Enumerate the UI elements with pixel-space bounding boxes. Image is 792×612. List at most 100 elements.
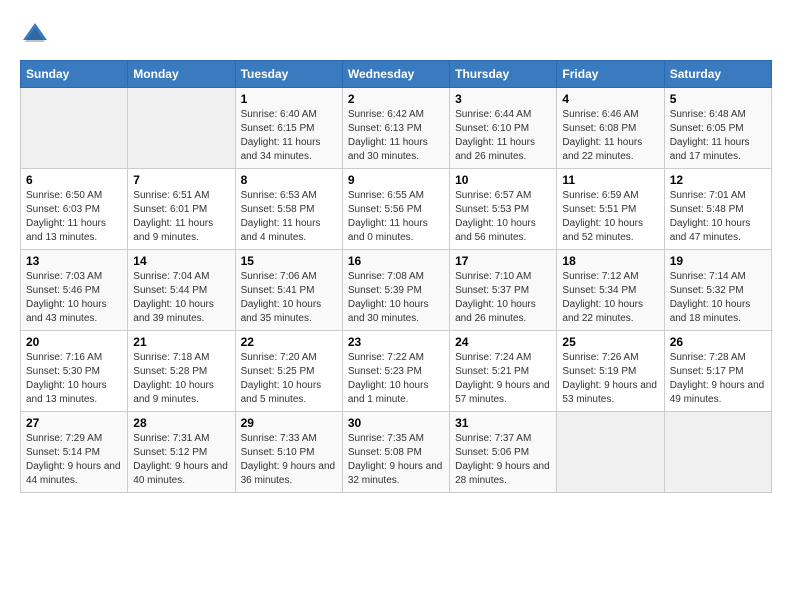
calendar-week-row: 20Sunrise: 7:16 AMSunset: 5:30 PMDayligh…	[21, 331, 772, 412]
day-number: 1	[241, 92, 337, 106]
weekday-header-row: SundayMondayTuesdayWednesdayThursdayFrid…	[21, 61, 772, 88]
day-number: 27	[26, 416, 122, 430]
calendar-cell	[557, 412, 664, 493]
day-number: 8	[241, 173, 337, 187]
day-number: 3	[455, 92, 551, 106]
day-info: Sunrise: 7:29 AMSunset: 5:14 PMDaylight:…	[26, 432, 122, 488]
day-info: Sunrise: 7:03 AMSunset: 5:46 PMDaylight:…	[26, 270, 122, 326]
day-number: 12	[670, 173, 766, 187]
day-info: Sunrise: 7:06 AMSunset: 5:41 PMDaylight:…	[241, 270, 337, 326]
calendar-cell: 14 Sunrise: 7:04 AMSunset: 5:44 PMDayligh…	[128, 250, 235, 331]
day-info: Sunrise: 6:59 AMSunset: 5:51 PMDaylight:…	[562, 189, 658, 245]
calendar-cell: 20Sunrise: 7:16 AMSunset: 5:30 PMDayligh…	[21, 331, 128, 412]
day-number: 30	[348, 416, 444, 430]
day-info: Sunrise: 7:35 AMSunset: 5:08 PMDaylight:…	[348, 432, 444, 488]
day-number: 22	[241, 335, 337, 349]
day-number: 14	[133, 254, 229, 268]
calendar-cell	[21, 88, 128, 169]
weekday-header: Sunday	[21, 61, 128, 88]
day-info: Sunrise: 7:28 AMSunset: 5:17 PMDaylight:…	[670, 351, 766, 407]
day-number: 5	[670, 92, 766, 106]
day-number: 4	[562, 92, 658, 106]
day-number: 6	[26, 173, 122, 187]
day-info: Sunrise: 6:55 AMSunset: 5:56 PMDaylight:…	[348, 189, 444, 245]
day-number: 26	[670, 335, 766, 349]
calendar-cell: 2Sunrise: 6:42 AMSunset: 6:13 PMDaylight…	[342, 88, 449, 169]
day-number: 7	[133, 173, 229, 187]
calendar-cell: 17 Sunrise: 7:10 AMSunset: 5:37 PMDayligh…	[450, 250, 557, 331]
day-info: Sunrise: 6:44 AMSunset: 6:10 PMDaylight:…	[455, 108, 551, 164]
calendar-cell: 9 Sunrise: 6:55 AMSunset: 5:56 PMDaylight…	[342, 169, 449, 250]
day-info: Sunrise: 7:31 AMSunset: 5:12 PMDaylight:…	[133, 432, 229, 488]
day-number: 2	[348, 92, 444, 106]
day-number: 24	[455, 335, 551, 349]
calendar-cell: 25 Sunrise: 7:26 AMSunset: 5:19 PMDayligh…	[557, 331, 664, 412]
day-number: 19	[670, 254, 766, 268]
calendar-cell: 28 Sunrise: 7:31 AMSunset: 5:12 PMDayligh…	[128, 412, 235, 493]
logo-icon	[20, 20, 50, 50]
day-number: 28	[133, 416, 229, 430]
day-info: Sunrise: 7:26 AMSunset: 5:19 PMDaylight:…	[562, 351, 658, 407]
calendar-cell: 21 Sunrise: 7:18 AMSunset: 5:28 PMDayligh…	[128, 331, 235, 412]
weekday-header: Tuesday	[235, 61, 342, 88]
weekday-header: Saturday	[664, 61, 771, 88]
day-number: 15	[241, 254, 337, 268]
calendar-cell: 24Sunrise: 7:24 AMSunset: 5:21 PMDayligh…	[450, 331, 557, 412]
day-number: 13	[26, 254, 122, 268]
calendar-cell: 15 Sunrise: 7:06 AMSunset: 5:41 PMDayligh…	[235, 250, 342, 331]
calendar-cell: 31Sunrise: 7:37 AMSunset: 5:06 PMDayligh…	[450, 412, 557, 493]
day-info: Sunrise: 7:04 AMSunset: 5:44 PMDaylight:…	[133, 270, 229, 326]
day-number: 11	[562, 173, 658, 187]
day-number: 23	[348, 335, 444, 349]
day-info: Sunrise: 7:33 AMSunset: 5:10 PMDaylight:…	[241, 432, 337, 488]
day-info: Sunrise: 7:20 AMSunset: 5:25 PMDaylight:…	[241, 351, 337, 407]
calendar-cell: 13 Sunrise: 7:03 AMSunset: 5:46 PMDayligh…	[21, 250, 128, 331]
day-info: Sunrise: 6:51 AMSunset: 6:01 PMDaylight:…	[133, 189, 229, 245]
weekday-header: Thursday	[450, 61, 557, 88]
calendar-cell: 30 Sunrise: 7:35 AMSunset: 5:08 PMDayligh…	[342, 412, 449, 493]
calendar-week-row: 1Sunrise: 6:40 AMSunset: 6:15 PMDaylight…	[21, 88, 772, 169]
calendar-week-row: 27 Sunrise: 7:29 AMSunset: 5:14 PMDayligh…	[21, 412, 772, 493]
calendar-cell: 18 Sunrise: 7:12 AMSunset: 5:34 PMDayligh…	[557, 250, 664, 331]
calendar-cell	[664, 412, 771, 493]
day-info: Sunrise: 6:50 AMSunset: 6:03 PMDaylight:…	[26, 189, 122, 245]
day-info: Sunrise: 6:57 AMSunset: 5:53 PMDaylight:…	[455, 189, 551, 245]
day-info: Sunrise: 7:08 AMSunset: 5:39 PMDaylight:…	[348, 270, 444, 326]
weekday-header: Monday	[128, 61, 235, 88]
calendar-cell: 29 Sunrise: 7:33 AMSunset: 5:10 PMDayligh…	[235, 412, 342, 493]
day-number: 29	[241, 416, 337, 430]
calendar-cell: 8Sunrise: 6:53 AMSunset: 5:58 PMDaylight…	[235, 169, 342, 250]
calendar-cell: 10 Sunrise: 6:57 AMSunset: 5:53 PMDayligh…	[450, 169, 557, 250]
day-info: Sunrise: 6:46 AMSunset: 6:08 PMDaylight:…	[562, 108, 658, 164]
calendar-cell: 7 Sunrise: 6:51 AMSunset: 6:01 PMDaylight…	[128, 169, 235, 250]
calendar-cell: 26 Sunrise: 7:28 AMSunset: 5:17 PMDayligh…	[664, 331, 771, 412]
day-number: 21	[133, 335, 229, 349]
calendar-table: SundayMondayTuesdayWednesdayThursdayFrid…	[20, 60, 772, 493]
day-info: Sunrise: 7:10 AMSunset: 5:37 PMDaylight:…	[455, 270, 551, 326]
calendar-week-row: 13 Sunrise: 7:03 AMSunset: 5:46 PMDayligh…	[21, 250, 772, 331]
calendar-cell: 19 Sunrise: 7:14 AMSunset: 5:32 PMDayligh…	[664, 250, 771, 331]
day-number: 17	[455, 254, 551, 268]
day-number: 10	[455, 173, 551, 187]
day-info: Sunrise: 7:18 AMSunset: 5:28 PMDaylight:…	[133, 351, 229, 407]
day-number: 16	[348, 254, 444, 268]
day-info: Sunrise: 7:12 AMSunset: 5:34 PMDaylight:…	[562, 270, 658, 326]
calendar-week-row: 6 Sunrise: 6:50 AMSunset: 6:03 PMDaylight…	[21, 169, 772, 250]
logo	[20, 20, 52, 50]
page-header	[20, 20, 772, 50]
day-info: Sunrise: 7:37 AMSunset: 5:06 PMDaylight:…	[455, 432, 551, 488]
day-number: 18	[562, 254, 658, 268]
day-info: Sunrise: 7:01 AMSunset: 5:48 PMDaylight:…	[670, 189, 766, 245]
calendar-cell: 12 Sunrise: 7:01 AMSunset: 5:48 PMDayligh…	[664, 169, 771, 250]
calendar-cell	[128, 88, 235, 169]
day-info: Sunrise: 7:14 AMSunset: 5:32 PMDaylight:…	[670, 270, 766, 326]
day-number: 9	[348, 173, 444, 187]
calendar-cell: 4 Sunrise: 6:46 AMSunset: 6:08 PMDaylight…	[557, 88, 664, 169]
day-info: Sunrise: 7:22 AMSunset: 5:23 PMDaylight:…	[348, 351, 444, 407]
calendar-cell: 11 Sunrise: 6:59 AMSunset: 5:51 PMDayligh…	[557, 169, 664, 250]
calendar-cell: 27 Sunrise: 7:29 AMSunset: 5:14 PMDayligh…	[21, 412, 128, 493]
calendar-cell: 16 Sunrise: 7:08 AMSunset: 5:39 PMDayligh…	[342, 250, 449, 331]
day-info: Sunrise: 6:48 AMSunset: 6:05 PMDaylight:…	[670, 108, 766, 164]
calendar-cell: 5 Sunrise: 6:48 AMSunset: 6:05 PMDaylight…	[664, 88, 771, 169]
day-number: 25	[562, 335, 658, 349]
